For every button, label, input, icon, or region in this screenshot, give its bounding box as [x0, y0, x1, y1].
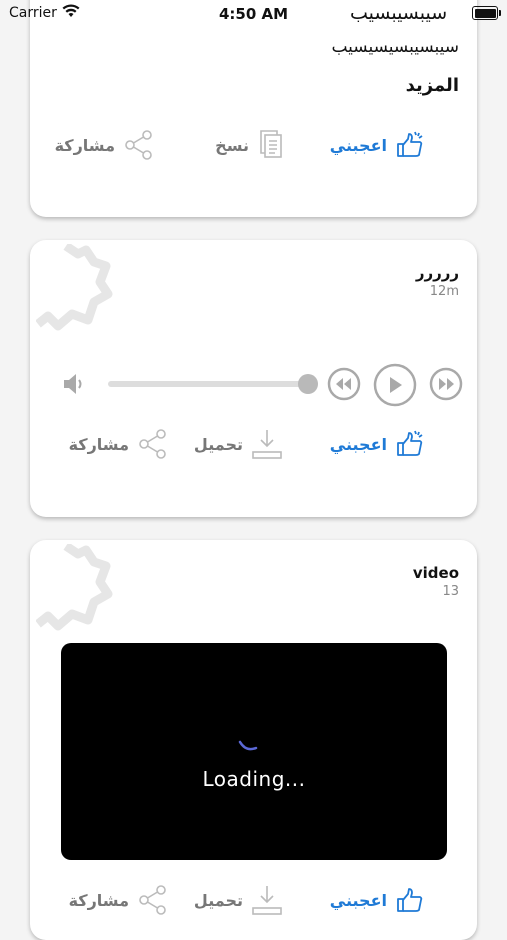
download-icon — [252, 430, 282, 459]
post-time: 13 — [442, 584, 459, 599]
play-icon[interactable] — [373, 363, 417, 407]
copy-button[interactable]: نسخ — [215, 125, 285, 165]
audio-seek-bar[interactable] — [108, 381, 308, 387]
download-button[interactable]: تحميل — [194, 424, 283, 464]
download-button[interactable]: تحميل — [194, 880, 283, 920]
like-button[interactable]: اعجبني — [330, 424, 425, 464]
rewind-icon[interactable] — [327, 367, 361, 401]
fast-forward-icon[interactable] — [429, 367, 463, 401]
status-bar: Carrier 4:50 AM سيبسيبسيب — [0, 0, 507, 28]
thumbs-up-icon — [397, 888, 423, 912]
loading-spinner-icon — [238, 740, 258, 751]
audio-seek-knob[interactable] — [298, 374, 318, 394]
more-link[interactable]: المزيد — [406, 75, 459, 96]
post-actions: اعجبني نسخ مشاركة — [30, 125, 477, 165]
author-name: ررررر — [415, 264, 459, 282]
like-button[interactable]: اعجبني — [330, 880, 425, 920]
post-text: سيبسيبسيسيسيب — [331, 37, 459, 57]
share-label: مشاركة — [68, 434, 129, 454]
post-card-video: video 13 Loading... اعجبني تحميل مشاركة — [30, 540, 477, 940]
author-name: video — [412, 564, 459, 582]
share-icon — [139, 429, 166, 459]
loading-text: Loading... — [202, 767, 306, 791]
post-actions: اعجبني تحميل مشاركة — [30, 880, 477, 920]
volume-icon[interactable] — [62, 372, 88, 396]
video-player[interactable]: Loading... — [61, 643, 447, 860]
gear-watermark-icon — [36, 544, 113, 631]
gear-watermark-icon — [36, 244, 113, 331]
header-title: سيبسيبسيب — [350, 2, 448, 24]
share-button[interactable]: مشاركة — [69, 880, 169, 920]
share-label: مشاركة — [68, 890, 129, 910]
share-button[interactable]: مشاركة — [55, 125, 155, 165]
post-actions: اعجبني تحميل مشاركة — [30, 424, 477, 464]
copy-label: نسخ — [215, 135, 249, 155]
thumbs-up-icon — [397, 430, 423, 456]
share-icon — [139, 885, 166, 915]
download-icon — [252, 886, 282, 915]
download-label: تحميل — [193, 890, 243, 910]
like-button[interactable]: اعجبني — [330, 125, 425, 165]
audio-player — [30, 360, 477, 408]
share-icon — [125, 130, 152, 160]
post-card-text: سيبسيبسيسيسيب المزيد اعجبني نسخ مشاركة — [30, 0, 477, 217]
post-card-audio: ررررر 12m اعجبني تحميل مشاركة — [30, 240, 477, 517]
download-label: تحميل — [193, 434, 243, 454]
like-label: اعجبني — [329, 890, 387, 910]
share-label: مشاركة — [54, 135, 115, 155]
like-label: اعجبني — [329, 135, 387, 155]
share-button[interactable]: مشاركة — [69, 424, 169, 464]
battery-icon — [472, 6, 501, 20]
thumbs-up-icon — [397, 131, 423, 157]
post-time: 12m — [429, 284, 459, 299]
copy-icon — [260, 130, 282, 158]
like-label: اعجبني — [329, 434, 387, 454]
